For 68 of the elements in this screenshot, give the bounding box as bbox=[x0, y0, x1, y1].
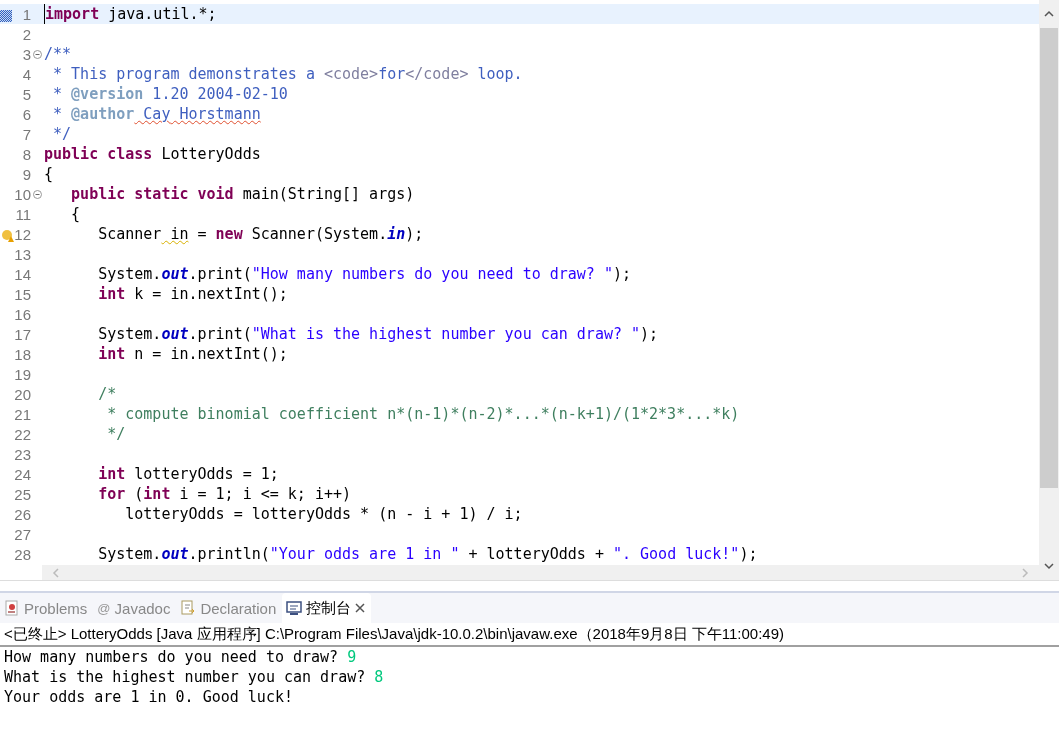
line-number: 16 bbox=[14, 305, 32, 323]
line-number: 5 bbox=[22, 85, 32, 103]
console-line: How many numbers do you need to draw? 9 bbox=[3, 647, 358, 667]
view-tab[interactable]: Declaration bbox=[176, 593, 283, 623]
code-line: * @author Cay Horstmann bbox=[52, 104, 261, 124]
code-line: lotteryOdds = lotteryOdds * (n - i + 1) / i; bbox=[124, 504, 523, 524]
code-line: System.out.println("Your odds are 1 in " + lotteryOdds + ". Good luck!"); bbox=[97, 544, 758, 564]
code-line: /* bbox=[97, 384, 117, 404]
code-line: int k = in.nextInt(); bbox=[97, 284, 288, 304]
view-tab[interactable]: Problems bbox=[0, 593, 94, 623]
view-tab[interactable]: 控制台 bbox=[282, 593, 372, 623]
code-line: Scanner in = new Scanner(System.in); bbox=[97, 224, 424, 244]
line-number: 10 bbox=[14, 185, 32, 203]
close-icon[interactable] bbox=[355, 603, 366, 613]
overview-marker-icon bbox=[0, 9, 12, 22]
code-line: * @version 1.20 2004-02-10 bbox=[52, 84, 288, 104]
code-line: public class LotteryOdds bbox=[44, 144, 261, 164]
code-line: int n = in.nextInt(); bbox=[97, 344, 288, 364]
line-number: 17 bbox=[14, 325, 32, 343]
line-number: 26 bbox=[14, 505, 32, 523]
code-line: System.out.print("What is the highest number you can draw? "); bbox=[97, 324, 659, 344]
code-line: public static void main(String[] args) bbox=[70, 184, 415, 204]
problems-icon bbox=[4, 600, 20, 616]
line-number: 25 bbox=[14, 485, 32, 503]
code-line: * This program demonstrates a <code>for</code> loop. bbox=[52, 64, 523, 84]
view-tab[interactable]: @ Javadoc bbox=[93, 593, 177, 623]
line-number: 7 bbox=[22, 125, 32, 143]
line-number: 8 bbox=[22, 145, 32, 163]
line-number: 15 bbox=[14, 285, 32, 303]
console-icon bbox=[286, 600, 303, 616]
line-number: 6 bbox=[22, 105, 32, 123]
code-line: /** bbox=[44, 44, 72, 64]
code-line: System.out.print("How many numbers do you need to draw? "); bbox=[97, 264, 631, 284]
vertical-scrollbar[interactable] bbox=[1039, 0, 1059, 580]
code-line: int lotteryOdds = 1; bbox=[97, 464, 279, 484]
line-number: 28 bbox=[14, 545, 32, 563]
code-line: for (int i = 1; i <= k; i++) bbox=[97, 484, 352, 504]
line-number: 4 bbox=[22, 65, 32, 83]
fold-icon[interactable] bbox=[33, 49, 42, 59]
line-number: 14 bbox=[14, 265, 32, 283]
line-number: 24 bbox=[14, 465, 32, 483]
code-line: * compute binomial coefficient n*(n-1)*(n-2)*...*(n-k+1)/(1*2*3*...*k) bbox=[106, 404, 740, 424]
code-line: */ bbox=[52, 124, 72, 144]
document-arrow-icon bbox=[180, 600, 197, 616]
line-number: 19 bbox=[14, 365, 32, 383]
line-number: 23 bbox=[14, 445, 32, 463]
console-line: What is the highest number you can draw? 8 bbox=[3, 667, 385, 687]
line-number: 18 bbox=[14, 345, 32, 363]
line-number: 13 bbox=[14, 245, 32, 263]
line-number: 9 bbox=[22, 165, 32, 183]
line-number: 2 bbox=[22, 25, 32, 43]
scroll-down-icon[interactable] bbox=[1043, 560, 1055, 572]
line-number: 20 bbox=[14, 385, 32, 403]
console-header: <已终止> LotteryOdds [Java 应用程序] C:\Program Files\Java\jdk-10.0.2\bin\javaw.exe（2018年9月8日 下午11:00:49) bbox=[0, 623, 1059, 647]
line-number: 3 bbox=[22, 45, 32, 63]
console-line: Your odds are 1 in 0. Good luck! bbox=[3, 687, 294, 707]
line-number: 21 bbox=[14, 405, 32, 423]
code-line: { bbox=[70, 204, 81, 224]
code-line: */ bbox=[106, 424, 126, 444]
line-number: 11 bbox=[15, 205, 32, 223]
line-number: 22 bbox=[14, 425, 32, 443]
line-number: 27 bbox=[14, 525, 32, 543]
fold-icon[interactable] bbox=[33, 189, 42, 199]
scrollbar-thumb[interactable] bbox=[1040, 28, 1058, 488]
line-number: 12 bbox=[14, 225, 32, 243]
code-line: import java.util.*; bbox=[44, 4, 217, 24]
code-line: { bbox=[44, 164, 54, 184]
line-number: 1 bbox=[22, 5, 32, 23]
